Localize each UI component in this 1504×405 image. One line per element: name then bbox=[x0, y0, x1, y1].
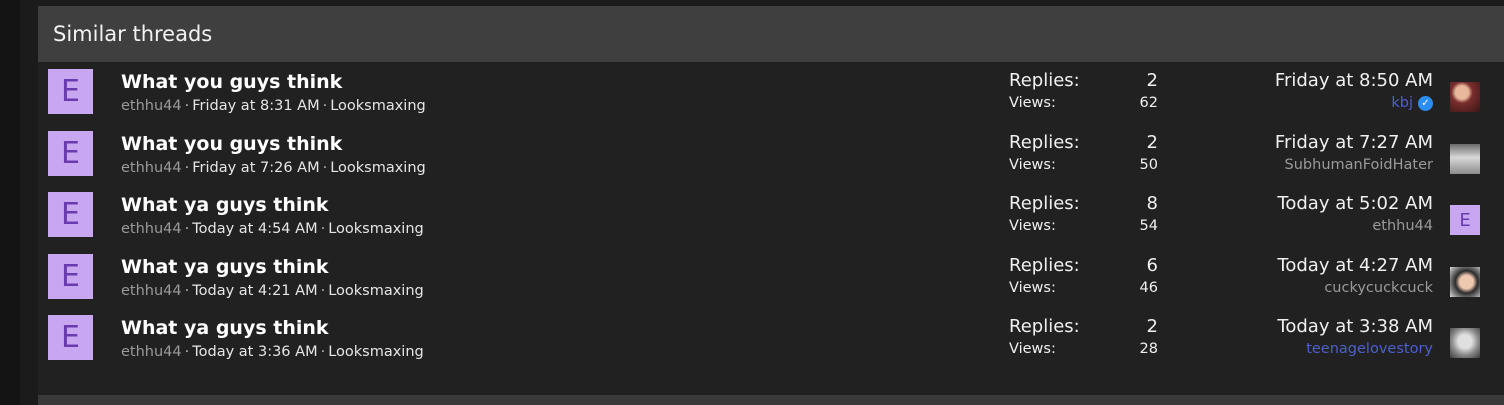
meta-separator: · bbox=[320, 283, 326, 299]
last-post-date-link[interactable]: Today at 3:38 AM bbox=[1277, 316, 1433, 337]
last-poster-link[interactable]: kbj bbox=[1391, 95, 1413, 111]
views-label: Views: bbox=[1009, 95, 1056, 111]
meta-separator: · bbox=[184, 344, 190, 360]
thread-title-link[interactable]: What ya guys think bbox=[121, 317, 329, 339]
thread-meta: ethhu44 · Today at 4:21 AM · Looksmaxing bbox=[121, 283, 424, 299]
replies-label: Replies: bbox=[1009, 132, 1080, 153]
views-label: Views: bbox=[1009, 280, 1056, 296]
views-count: 46 bbox=[1139, 280, 1158, 296]
last-post-date-link[interactable]: Today at 5:02 AM bbox=[1277, 193, 1433, 214]
thread-row: E What ya guys think ethhu44 · Today at 4:… bbox=[38, 247, 1504, 308]
thread-forum-link[interactable]: Looksmaxing bbox=[328, 283, 424, 299]
thread-author-link[interactable]: ethhu44 bbox=[121, 344, 182, 360]
thread-author-link[interactable]: ethhu44 bbox=[121, 160, 182, 176]
thread-row: E What you guys think ethhu44 · Friday at … bbox=[38, 124, 1504, 185]
block-title: Similar threads bbox=[53, 22, 213, 46]
thread-title-link[interactable]: What you guys think bbox=[121, 71, 342, 93]
thread-list: E What you guys think ethhu44 · Friday at … bbox=[38, 62, 1504, 370]
thread-author-link[interactable]: ethhu44 bbox=[121, 283, 182, 299]
author-avatar[interactable]: E bbox=[48, 192, 93, 237]
thread-meta: ethhu44 · Friday at 7:26 AM · Looksmaxing bbox=[121, 160, 426, 176]
left-rail bbox=[0, 0, 20, 405]
meta-separator: · bbox=[184, 160, 190, 176]
page: Similar threads E What you guys think et… bbox=[0, 0, 1504, 405]
last-poster: ethhu44 bbox=[1372, 218, 1433, 234]
meta-separator: · bbox=[322, 160, 328, 176]
thread-start-date[interactable]: Friday at 8:31 AM bbox=[192, 98, 319, 114]
last-poster: kbj ✓ bbox=[1391, 95, 1433, 111]
last-post-date-link[interactable]: Friday at 7:27 AM bbox=[1275, 132, 1433, 153]
views-count: 28 bbox=[1139, 341, 1158, 357]
author-avatar[interactable]: E bbox=[48, 254, 93, 299]
views-count: 62 bbox=[1139, 95, 1158, 111]
last-poster-avatar[interactable] bbox=[1450, 82, 1480, 112]
thread-start-date[interactable]: Friday at 7:26 AM bbox=[192, 160, 319, 176]
author-avatar[interactable]: E bbox=[48, 131, 93, 176]
replies-count: 6 bbox=[1146, 255, 1158, 276]
thread-author-link[interactable]: ethhu44 bbox=[121, 221, 182, 237]
last-poster: SubhumanFoidHater bbox=[1285, 157, 1433, 173]
replies-label: Replies: bbox=[1009, 193, 1080, 214]
last-poster-avatar[interactable] bbox=[1450, 267, 1480, 297]
thread-meta: ethhu44 · Friday at 8:31 AM · Looksmaxing bbox=[121, 98, 426, 114]
thread-start-date[interactable]: Today at 3:36 AM bbox=[192, 344, 317, 360]
views-label: Views: bbox=[1009, 157, 1056, 173]
thread-meta: ethhu44 · Today at 4:54 AM · Looksmaxing bbox=[121, 221, 424, 237]
thread-meta: ethhu44 · Today at 3:36 AM · Looksmaxing bbox=[121, 344, 424, 360]
thread-row: E What you guys think ethhu44 · Friday at … bbox=[38, 62, 1504, 124]
replies-count: 8 bbox=[1146, 193, 1158, 214]
thread-title-link[interactable]: What you guys think bbox=[121, 133, 342, 155]
last-poster-avatar[interactable] bbox=[1450, 328, 1480, 358]
meta-separator: · bbox=[322, 98, 328, 114]
meta-separator: · bbox=[184, 98, 190, 114]
last-poster-link[interactable]: ethhu44 bbox=[1372, 218, 1433, 234]
last-poster-link[interactable]: teenagelovestory bbox=[1306, 341, 1433, 357]
next-block-edge bbox=[38, 395, 1504, 405]
replies-label: Replies: bbox=[1009, 70, 1080, 91]
meta-separator: · bbox=[320, 221, 326, 237]
meta-separator: · bbox=[184, 221, 190, 237]
thread-title-link[interactable]: What ya guys think bbox=[121, 194, 329, 216]
views-count: 54 bbox=[1139, 218, 1158, 234]
last-post-date-link[interactable]: Today at 4:27 AM bbox=[1277, 255, 1433, 276]
similar-threads-block: Similar threads E What you guys think et… bbox=[38, 6, 1504, 405]
last-poster: cuckycuckcuck bbox=[1324, 280, 1433, 296]
last-poster-link[interactable]: cuckycuckcuck bbox=[1324, 280, 1433, 296]
replies-count: 2 bbox=[1146, 316, 1158, 337]
last-poster: teenagelovestory bbox=[1306, 341, 1433, 357]
views-count: 50 bbox=[1139, 157, 1158, 173]
replies-count: 2 bbox=[1146, 132, 1158, 153]
thread-row: E What ya guys think ethhu44 · Today at 4:… bbox=[38, 185, 1504, 247]
last-post-date-link[interactable]: Friday at 8:50 AM bbox=[1275, 70, 1433, 91]
replies-count: 2 bbox=[1146, 70, 1158, 91]
views-label: Views: bbox=[1009, 218, 1056, 234]
thread-row: E What ya guys think ethhu44 · Today at 3:… bbox=[38, 308, 1504, 370]
block-header: Similar threads bbox=[38, 6, 1504, 62]
last-poster-avatar[interactable] bbox=[1450, 144, 1480, 174]
meta-separator: · bbox=[184, 283, 190, 299]
thread-start-date[interactable]: Today at 4:21 AM bbox=[192, 283, 317, 299]
verified-badge-icon: ✓ bbox=[1418, 95, 1433, 111]
thread-forum-link[interactable]: Looksmaxing bbox=[328, 344, 424, 360]
author-avatar[interactable]: E bbox=[48, 315, 93, 360]
thread-forum-link[interactable]: Looksmaxing bbox=[330, 98, 426, 114]
replies-label: Replies: bbox=[1009, 255, 1080, 276]
views-label: Views: bbox=[1009, 341, 1056, 357]
thread-forum-link[interactable]: Looksmaxing bbox=[328, 221, 424, 237]
author-avatar[interactable]: E bbox=[48, 69, 93, 114]
replies-label: Replies: bbox=[1009, 316, 1080, 337]
thread-start-date[interactable]: Today at 4:54 AM bbox=[192, 221, 317, 237]
thread-title-link[interactable]: What ya guys think bbox=[121, 256, 329, 278]
last-poster-avatar[interactable]: E bbox=[1450, 205, 1480, 235]
last-poster-link[interactable]: SubhumanFoidHater bbox=[1285, 157, 1433, 173]
thread-author-link[interactable]: ethhu44 bbox=[121, 98, 182, 114]
meta-separator: · bbox=[320, 344, 326, 360]
thread-forum-link[interactable]: Looksmaxing bbox=[330, 160, 426, 176]
